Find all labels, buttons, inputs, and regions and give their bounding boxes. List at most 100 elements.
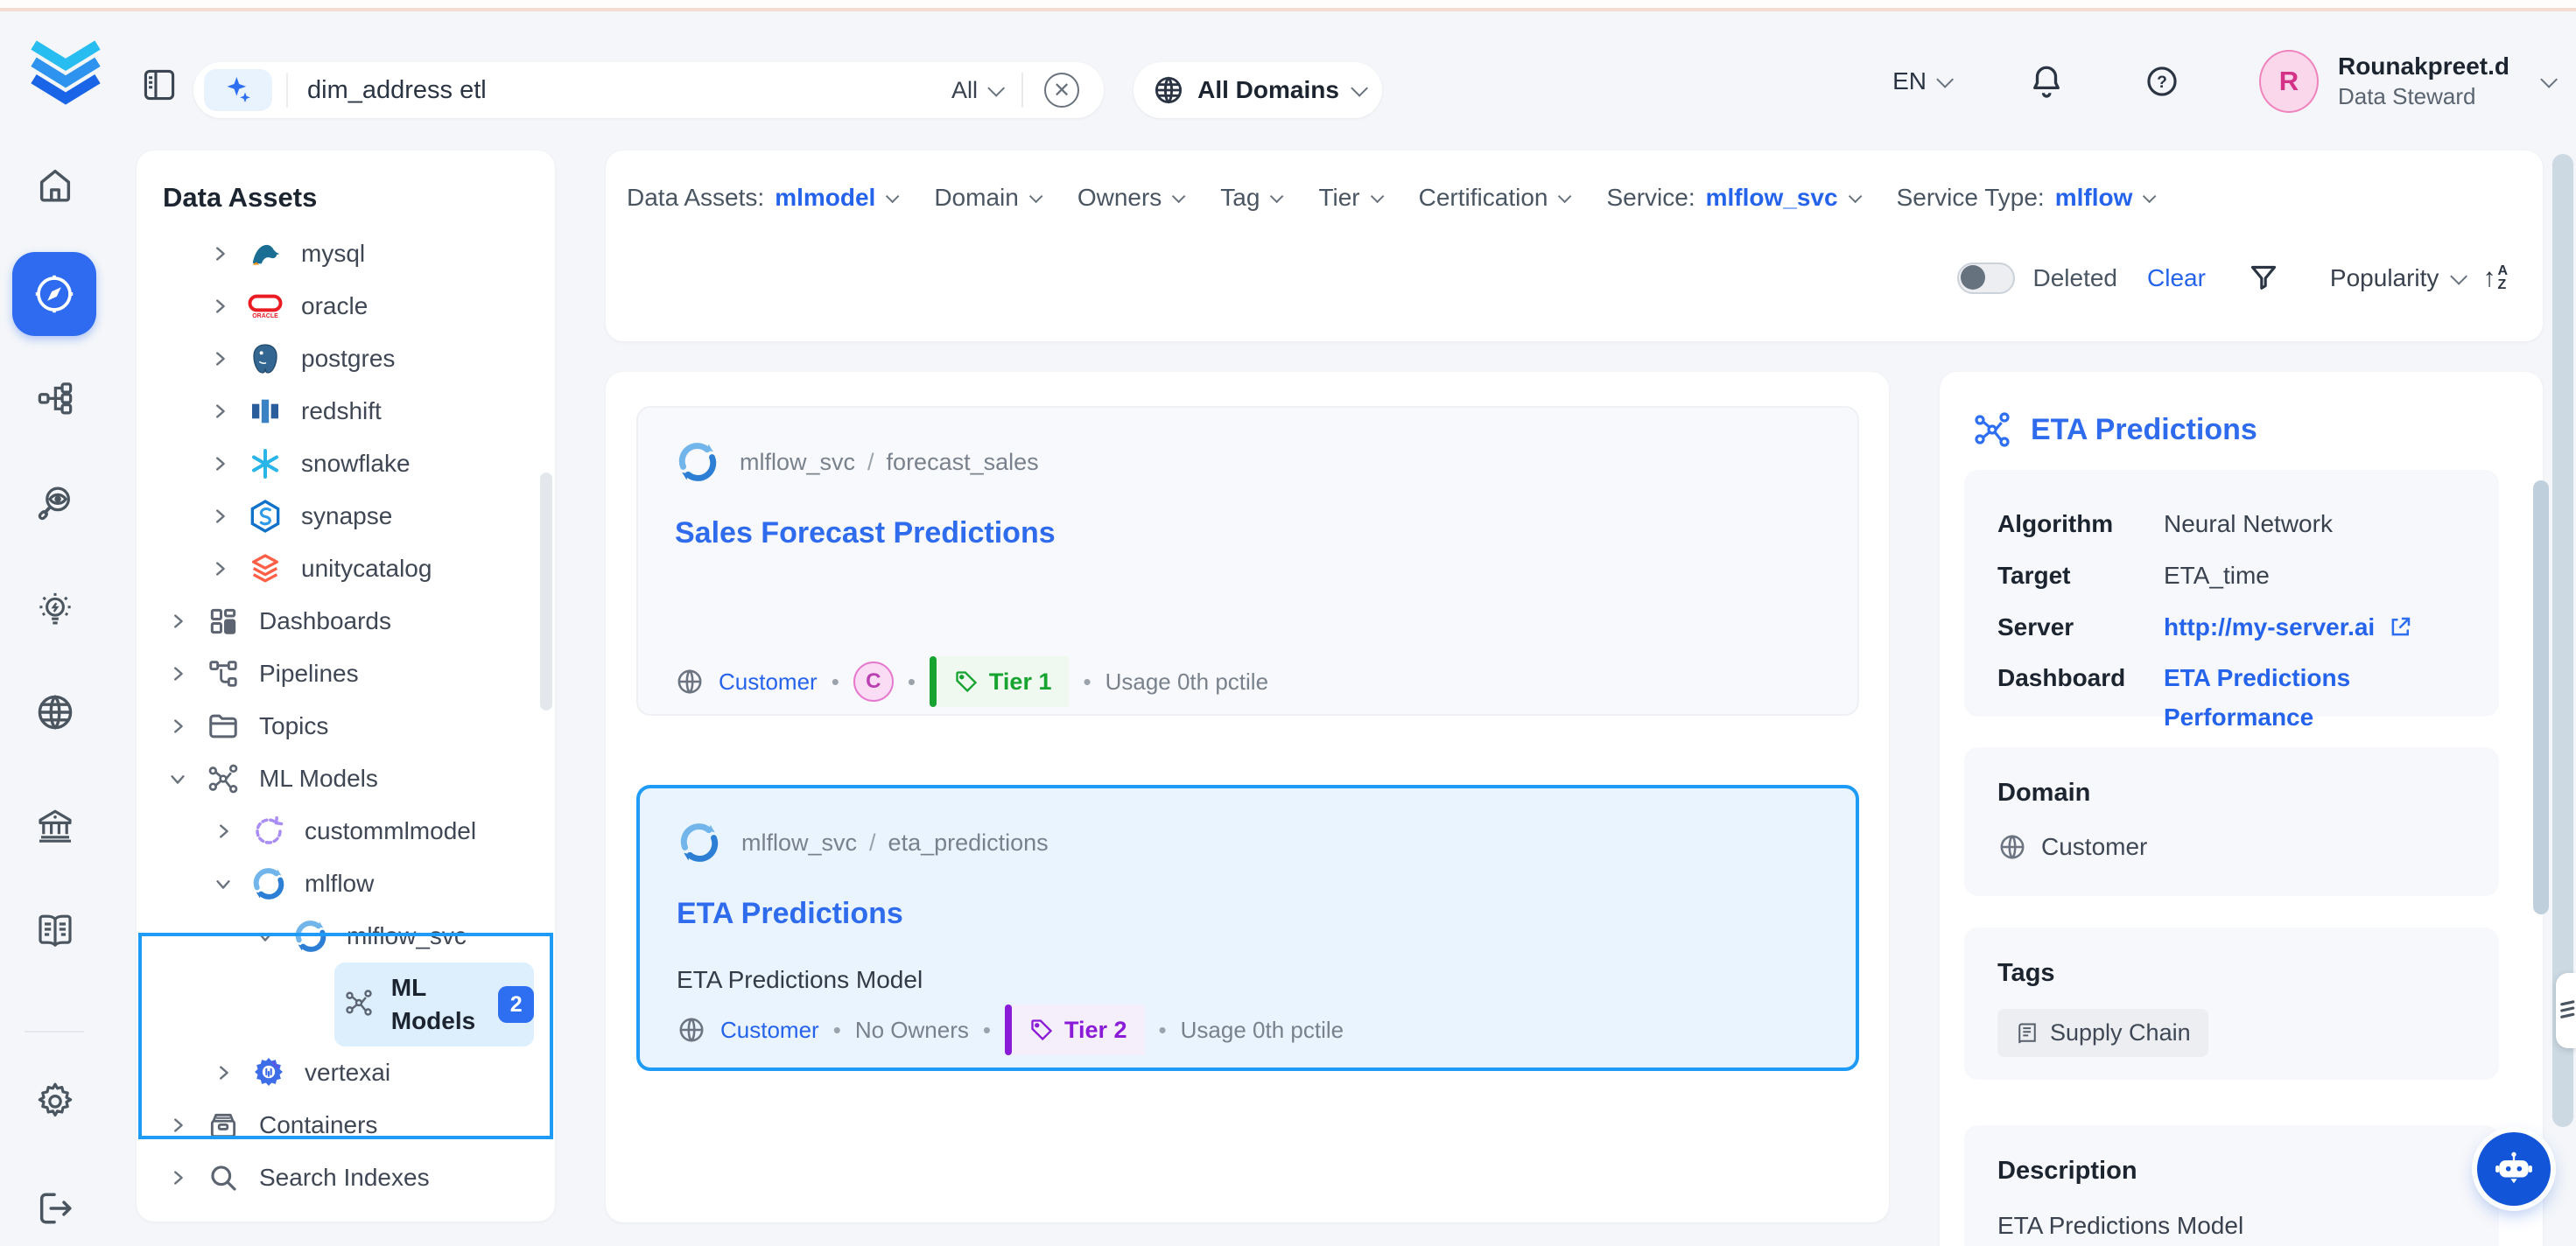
sidebar-collapse-icon[interactable] (140, 64, 179, 106)
chevron-right-icon[interactable] (210, 402, 229, 421)
tree-item-ml-models[interactable]: ML Models (137, 752, 555, 805)
owner-avatar[interactable]: C (853, 662, 894, 702)
help-icon[interactable]: ? (2144, 63, 2180, 100)
nav-glossary-icon[interactable] (0, 910, 109, 952)
tree-item-dashboards[interactable]: Dashboards (137, 595, 555, 648)
clear-filters-button[interactable]: Clear (2147, 264, 2206, 292)
tree-item-redshift[interactable]: redshift (137, 385, 555, 438)
nav-explore-active[interactable] (12, 252, 96, 336)
filter-service-type[interactable]: Service Type:mlflow (1897, 184, 2153, 212)
tree-item-mlflow-svc[interactable]: mlflow_svc (137, 910, 555, 962)
tier-badge[interactable]: Tier 1 (930, 656, 1070, 707)
chevron-right-icon[interactable] (210, 454, 229, 473)
tree-item-ml-models-leaf[interactable]: ML Models 2 (137, 962, 555, 1046)
chevron-right-icon[interactable] (168, 612, 187, 631)
chevron-down-icon (1172, 189, 1186, 203)
breadcrumb-service[interactable]: mlflow_svc (741, 830, 857, 857)
all-domains-dropdown[interactable]: All Domains (1134, 62, 1382, 118)
tree-item-oracle[interactable]: ORACLE oracle (137, 280, 555, 332)
tree-item-postgres[interactable]: postgres (137, 332, 555, 385)
detail-panel-scrollbar[interactable] (2533, 480, 2549, 914)
chevron-right-icon[interactable] (210, 507, 229, 526)
chevron-down-icon[interactable] (2540, 71, 2558, 88)
dashboard-link[interactable]: ETA Predictions Performance (2164, 659, 2466, 738)
filter-certification[interactable]: Certification (1419, 184, 1569, 212)
chevron-right-icon[interactable] (168, 1168, 187, 1187)
nav-settings-icon[interactable] (0, 1080, 109, 1122)
chevron-down-icon[interactable] (168, 769, 187, 788)
filter-domain[interactable]: Domain (934, 184, 1038, 212)
nav-observability-icon[interactable] (0, 483, 109, 523)
tier-badge[interactable]: Tier 2 (1005, 1004, 1145, 1055)
sort-dropdown[interactable]: Popularity (2330, 264, 2464, 292)
search-input[interactable]: dim_address etl (307, 76, 951, 105)
chevron-right-icon[interactable] (214, 1063, 233, 1082)
tree-item-mysql[interactable]: mysql (137, 228, 555, 280)
tree-item-topics[interactable]: Topics (137, 700, 555, 752)
tag-chip[interactable]: Supply Chain (1997, 1009, 2208, 1057)
chevron-down-icon[interactable] (214, 874, 233, 893)
tree-item-vertexai[interactable]: vertexai (137, 1046, 555, 1099)
domain-value[interactable]: Customer (2041, 833, 2147, 861)
chevron-right-icon[interactable] (214, 822, 233, 841)
user-avatar[interactable]: R (2259, 50, 2319, 113)
tree-item-snowflake[interactable]: snowflake (137, 438, 555, 490)
chevron-down-icon (1270, 189, 1284, 203)
tree-item-synapse[interactable]: synapse (137, 490, 555, 542)
filter-data-assets[interactable]: Data Assets:mlmodel (627, 184, 895, 212)
chat-assistant-button[interactable] (2477, 1132, 2551, 1206)
search-scope-dropdown[interactable]: All (951, 77, 1000, 104)
nav-governance-icon[interactable] (0, 805, 109, 847)
breadcrumb-service[interactable]: mlflow_svc (740, 449, 855, 476)
external-link-icon[interactable] (2387, 614, 2413, 640)
chevron-right-icon[interactable] (210, 349, 229, 368)
server-link[interactable]: http://my-server.ai (2164, 608, 2375, 648)
sort-direction-icon[interactable]: ↑AZ (2482, 264, 2508, 292)
breadcrumb-asset[interactable]: forecast_sales (887, 449, 1039, 476)
detail-title-link[interactable]: ETA Predictions (2031, 413, 2257, 447)
ai-sparkle-icon[interactable] (204, 69, 272, 111)
deleted-toggle[interactable] (1957, 262, 2015, 294)
result-card-eta-predictions-selected[interactable]: mlflow_svc eta_predictions ETA Predictio… (636, 785, 1859, 1071)
nav-home-icon[interactable] (0, 164, 109, 205)
chevron-right-icon[interactable] (168, 1116, 187, 1135)
result-title-link[interactable]: ETA Predictions (677, 897, 1856, 931)
breadcrumb-asset[interactable]: eta_predictions (888, 830, 1049, 857)
card-domain-link[interactable]: Customer (719, 668, 818, 696)
clear-search-icon[interactable]: ✕ (1044, 73, 1079, 108)
card-domain-link[interactable]: Customer (720, 1017, 819, 1044)
filter-service[interactable]: Service:mlflow_svc (1606, 184, 1857, 212)
language-dropdown[interactable]: EN (1892, 67, 1949, 95)
tree-item-pipelines[interactable]: Pipelines (137, 648, 555, 700)
result-card-forecast-sales[interactable]: mlflow_svc forecast_sales Sales Forecast… (636, 406, 1859, 716)
nav-insights-icon[interactable] (0, 590, 109, 630)
user-menu[interactable]: Rounakpreet.d Data Steward (2338, 51, 2509, 112)
chevron-right-icon[interactable] (168, 717, 187, 736)
dot-separator (832, 668, 839, 696)
chevron-down-icon[interactable] (256, 927, 275, 946)
nav-lineage-icon[interactable] (0, 378, 109, 418)
tree-item-search-indexes[interactable]: Search Indexes (137, 1152, 555, 1204)
tree-item-containers[interactable]: Containers (137, 1099, 555, 1152)
chevron-right-icon[interactable] (210, 297, 229, 316)
tree-item-unitycatalog[interactable]: unitycatalog (137, 542, 555, 595)
filter-owners[interactable]: Owners (1077, 184, 1182, 212)
chevron-right-icon[interactable] (210, 244, 229, 263)
right-edge-widget-tab[interactable] (2556, 973, 2576, 1048)
nav-logout-icon[interactable] (0, 1188, 109, 1228)
chevron-right-icon[interactable] (168, 664, 187, 683)
chevron-down-icon (1029, 189, 1043, 203)
tree-scrollbar[interactable] (540, 472, 552, 710)
chevron-right-icon[interactable] (210, 559, 229, 578)
filter-tier[interactable]: Tier (1318, 184, 1379, 212)
result-title-link[interactable]: Sales Forecast Predictions (675, 516, 1857, 550)
filter-tag[interactable]: Tag (1220, 184, 1280, 212)
tree-item-mlflow[interactable]: mlflow (137, 858, 555, 910)
nav-domains-icon[interactable] (0, 691, 109, 733)
global-search-bar[interactable]: dim_address etl All ✕ (193, 62, 1104, 118)
tree-item-custommlmodel[interactable]: custommlmodel (137, 805, 555, 858)
notifications-bell-icon[interactable] (2028, 63, 2065, 100)
app-logo-icon[interactable] (30, 39, 102, 116)
advanced-filter-icon[interactable] (2246, 261, 2281, 296)
tags-card: Tags Supply Chain (1964, 928, 2499, 1080)
